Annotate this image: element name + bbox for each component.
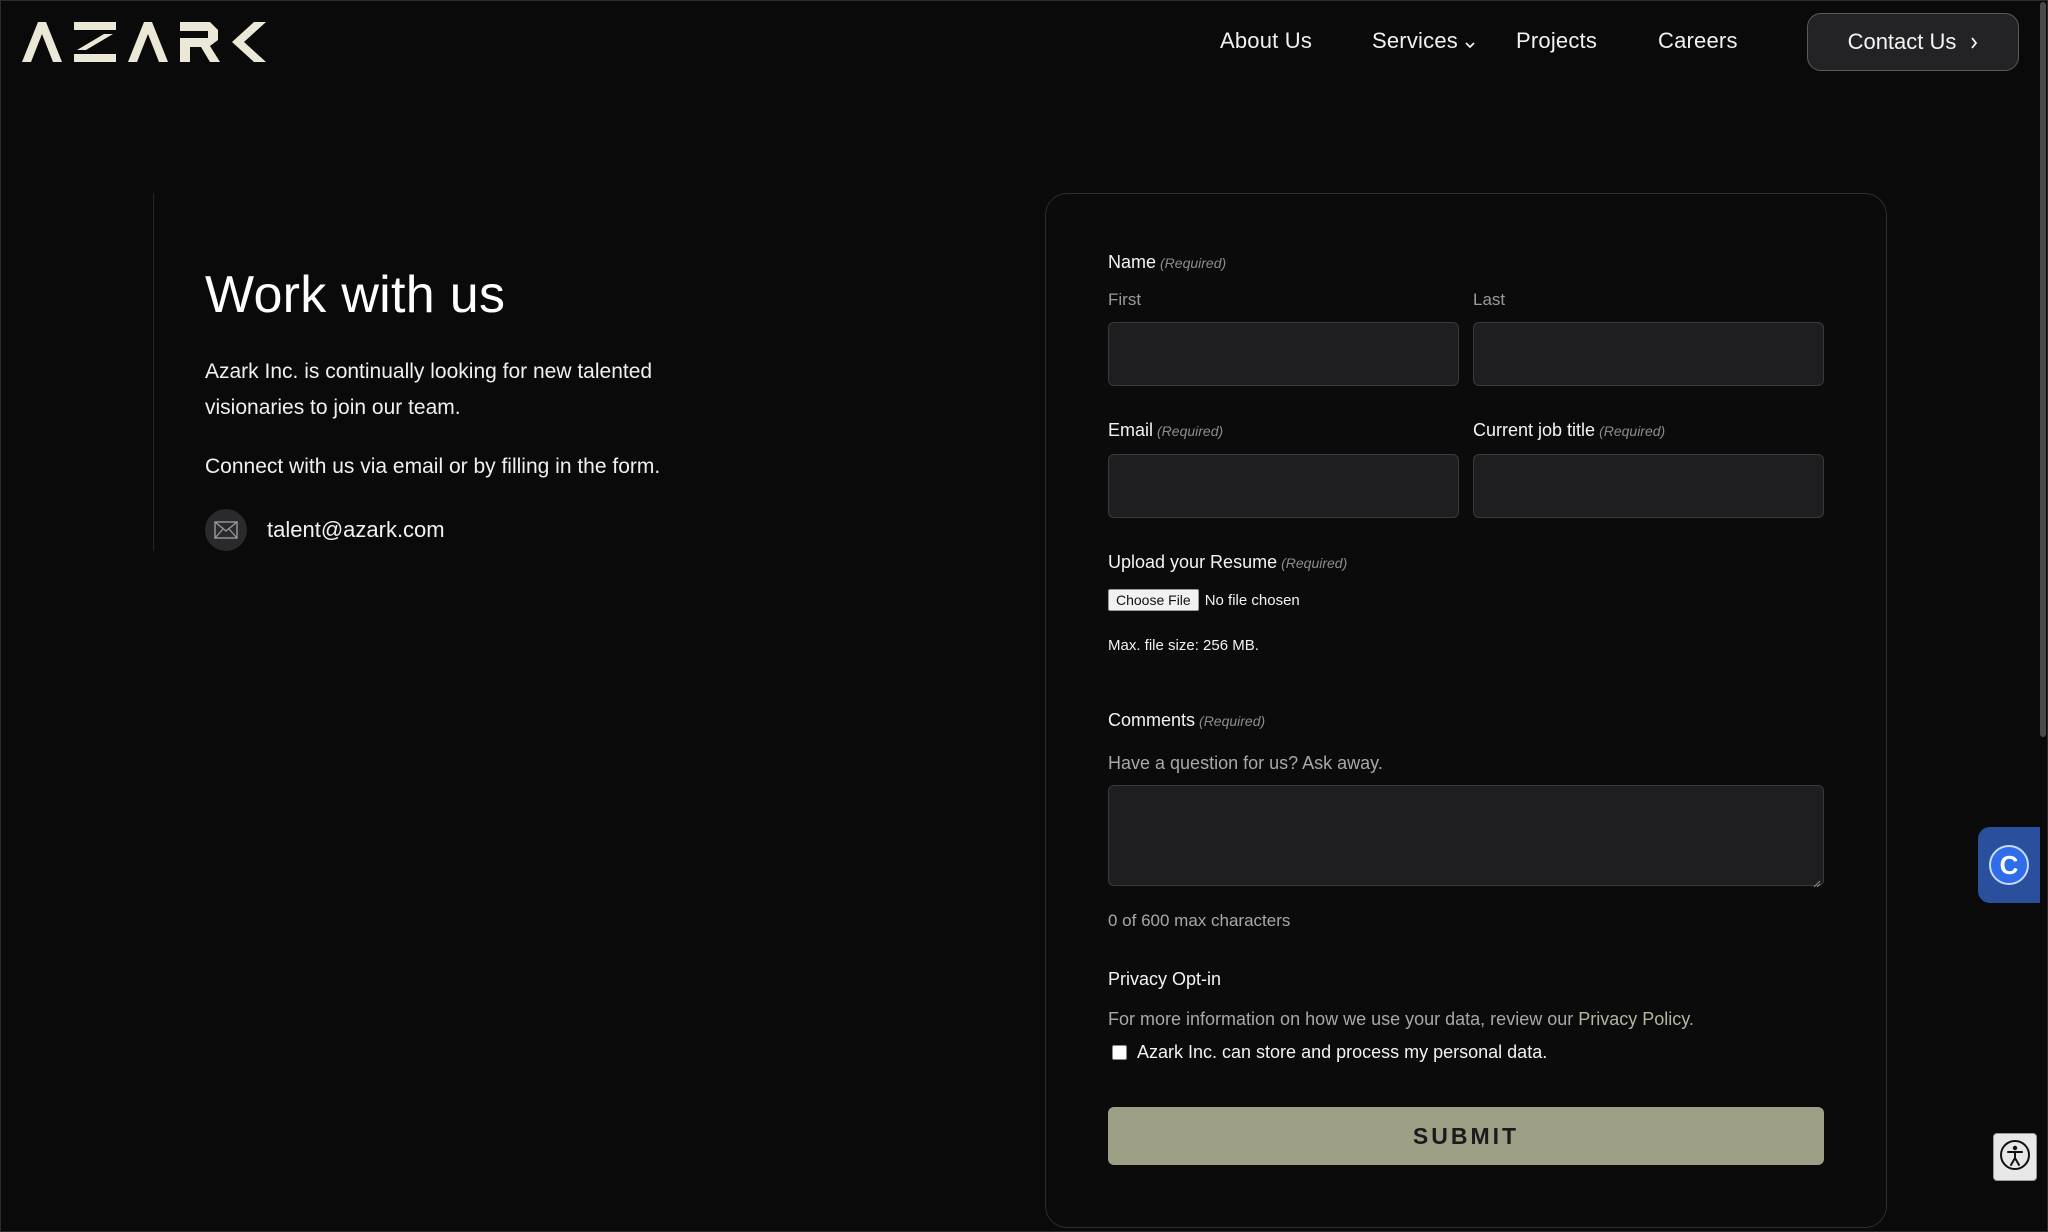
privacy-label: Privacy Opt-in: [1108, 969, 1222, 989]
max-file-size-note: Max. file size: 256 MB.: [1108, 637, 1259, 654]
accessibility-button[interactable]: [1993, 1133, 2037, 1181]
contact-us-label: Contact Us: [1847, 29, 1957, 54]
resume-file-input: Choose File No file chosen: [1108, 589, 1300, 611]
chevron-down-icon: [1465, 29, 1475, 55]
nav-services[interactable]: Services: [1372, 28, 1475, 55]
email-input[interactable]: [1108, 454, 1459, 518]
job-title-input[interactable]: [1473, 454, 1824, 518]
privacy-info-suffix: .: [1688, 1009, 1694, 1029]
consent-label: Azark Inc. can store and process my pers…: [1137, 1042, 1548, 1062]
email-label: Email (Required): [1108, 420, 1223, 441]
last-name-input[interactable]: [1473, 322, 1824, 386]
character-counter: 0 of 600 max characters: [1108, 911, 1291, 930]
consent-checkbox[interactable]: [1112, 1045, 1127, 1060]
resume-label: Upload your Resume (Required): [1108, 552, 1347, 573]
required-tag: (Required): [1281, 555, 1348, 571]
nav-services-label: Services: [1372, 28, 1458, 53]
azark-logo-mark: [22, 22, 266, 62]
intro-paragraph: Azark Inc. is continually looking for ne…: [205, 360, 653, 419]
required-tag: (Required): [1157, 423, 1224, 439]
job-title-label-text: Current job title: [1473, 420, 1596, 440]
first-name-label: First: [1108, 290, 1142, 309]
required-tag: (Required): [1199, 713, 1266, 729]
comments-hint: Have a question for us? Ask away.: [1108, 753, 1383, 773]
email-label-text: Email: [1108, 420, 1154, 440]
nav-careers[interactable]: Careers: [1658, 28, 1738, 54]
file-status: No file chosen: [1204, 591, 1300, 609]
name-label-text: Name: [1108, 252, 1157, 272]
scrollbar-thumb[interactable]: [2040, 2, 2046, 737]
email-link[interactable]: talent@azark.com: [267, 517, 445, 543]
chat-widget-tab[interactable]: C: [1978, 827, 2040, 903]
consent-row: Azark Inc. can store and process my pers…: [1112, 1042, 1547, 1063]
nav-projects[interactable]: Projects: [1516, 28, 1597, 54]
submit-button[interactable]: SUBMIT: [1108, 1107, 1824, 1165]
chevron-right-icon: [1970, 29, 1978, 55]
contact-us-button[interactable]: Contact Us: [1807, 13, 2019, 71]
name-label: Name (Required): [1108, 252, 1226, 273]
resize-grip-icon[interactable]: [1813, 875, 1821, 888]
page-title: Work with us: [205, 266, 506, 324]
resume-label-text: Upload your Resume: [1108, 552, 1278, 572]
first-name-input[interactable]: [1108, 322, 1459, 386]
azark-logo[interactable]: [20, 20, 270, 64]
accessibility-icon: [1999, 1139, 2031, 1176]
last-name-label: Last: [1473, 290, 1506, 309]
choose-file-button[interactable]: Choose File: [1108, 589, 1199, 611]
privacy-info: For more information on how we use your …: [1108, 1009, 1694, 1030]
envelope-icon: [205, 509, 247, 551]
section-divider: [153, 193, 154, 551]
comments-textarea[interactable]: [1108, 785, 1824, 888]
comments-label-text: Comments: [1108, 710, 1196, 730]
chat-icon: C: [1989, 845, 2029, 885]
connect-text: Connect with us via email or by filling …: [205, 455, 661, 478]
required-tag: (Required): [1599, 423, 1666, 439]
job-title-label: Current job title (Required): [1473, 420, 1665, 441]
privacy-info-prefix: For more information on how we use your …: [1108, 1009, 1579, 1029]
required-tag: (Required): [1160, 255, 1227, 271]
comments-label: Comments (Required): [1108, 710, 1265, 731]
contact-email-row: talent@azark.com: [205, 509, 445, 551]
nav-about-us[interactable]: About Us: [1220, 28, 1312, 54]
privacy-policy-link[interactable]: Privacy Policy: [1578, 1009, 1689, 1029]
